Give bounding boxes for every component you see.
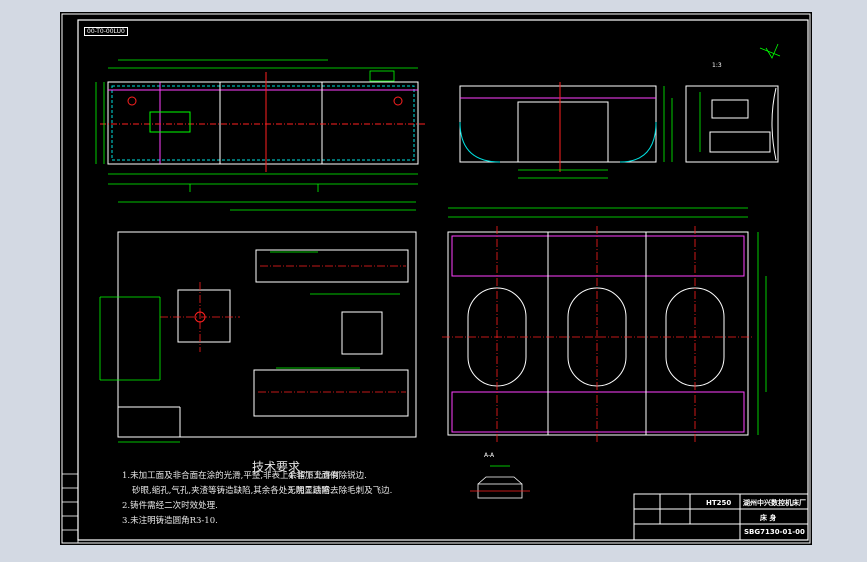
drawing-code-tag: 00-T0-00LU0 — [84, 27, 128, 36]
scale-label: 1:3 — [712, 62, 722, 69]
left-stamp-table — [61, 473, 79, 544]
end-view-dims — [518, 86, 673, 179]
tech-req-item-6: 5.加工后需去除毛刺及飞边. — [288, 486, 393, 496]
tech-req-item-3: 2.铸件需经二次时效处理. — [122, 501, 218, 511]
end-view — [459, 82, 657, 172]
sheet-border — [61, 13, 811, 544]
plan-view-centerlines — [160, 265, 406, 393]
top-view-centerlines — [442, 226, 754, 442]
front-section-view — [100, 72, 426, 172]
title-block-part-name: 床 身 — [760, 514, 777, 522]
title-block-company: 湖州中兴数控机床厂 — [743, 499, 806, 507]
front-section-dims — [95, 59, 418, 192]
title-block-material: HT250 — [706, 499, 732, 507]
drawing-sheet: 00-T0-00LU0 1:3 A-A 技术要求 1.未加工面及非合面在涂的光滑… — [60, 12, 812, 545]
section-detail — [470, 465, 530, 499]
tech-req-item-4: 3.未注明铸造圆角R3-10. — [122, 516, 218, 526]
title-block-drawing-number: SBG7130-01-00 — [744, 528, 805, 536]
plan-view-dims — [99, 201, 416, 443]
view-label: A-A — [484, 452, 495, 459]
top-view-dims — [448, 207, 767, 435]
detail-view-dims — [699, 43, 781, 152]
tech-req-item-5: 4.非加工面倒除锐边. — [288, 471, 367, 481]
top-view — [447, 231, 749, 436]
cad-viewport: 00-T0-00LU0 1:3 A-A 技术要求 1.未加工面及非合面在涂的光滑… — [0, 0, 867, 562]
plan-view — [117, 231, 417, 438]
drawing-canvas — [61, 13, 811, 544]
frame-border — [77, 19, 809, 541]
